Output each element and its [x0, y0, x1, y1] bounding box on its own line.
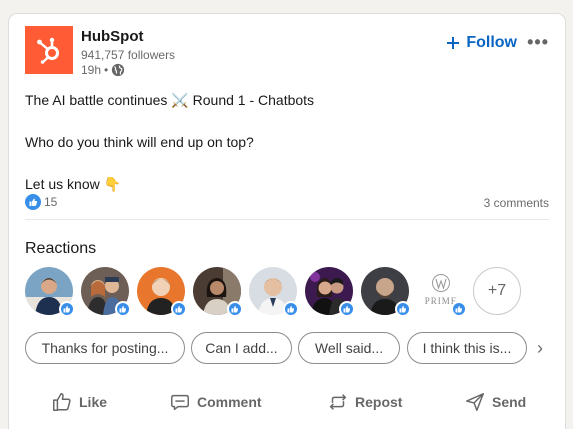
- suggestion-chip[interactable]: Well said...: [298, 332, 400, 364]
- like-badge-icon: [451, 301, 467, 317]
- send-button[interactable]: Send: [464, 386, 526, 418]
- reactor-avatar[interactable]: [81, 267, 131, 317]
- follower-count: 941,757 followers: [81, 48, 176, 62]
- meta-separator: •: [104, 63, 109, 77]
- like-label: Like: [79, 394, 108, 410]
- plus-icon: [447, 37, 460, 49]
- like-badge-icon: [59, 301, 75, 317]
- like-badge-icon: [115, 301, 131, 317]
- repost-label: Repost: [355, 394, 403, 410]
- repost-button[interactable]: Repost: [327, 386, 402, 418]
- reactor-avatar[interactable]: [249, 267, 299, 317]
- like-badge-icon: [283, 301, 299, 317]
- send-icon: [466, 393, 484, 411]
- company-logo[interactable]: [25, 26, 73, 74]
- reaction-count: 15: [44, 195, 58, 209]
- like-badge-icon: [339, 301, 355, 317]
- like-badge-icon: [395, 301, 411, 317]
- post-meta: 19h •: [81, 63, 125, 77]
- hubspot-sprocket-icon: [37, 37, 59, 64]
- comment-label: Comment: [197, 394, 262, 410]
- send-label: Send: [492, 394, 527, 410]
- post-body: The AI battle continues ⚔️ Round 1 - Cha…: [25, 90, 314, 194]
- post-header: HubSpot 941,757 followers 19h • Follow •…: [25, 26, 553, 77]
- repost-icon: [329, 394, 347, 410]
- suggestion-chip[interactable]: I think this is...: [407, 332, 527, 364]
- reactor-avatar[interactable]: PRIME: [417, 267, 467, 317]
- follow-label: Follow: [466, 34, 517, 51]
- post-text-line: Let us know 👇: [25, 176, 122, 192]
- chevron-right-icon[interactable]: ›: [537, 338, 543, 359]
- suggestion-chip[interactable]: Can I add...: [191, 332, 292, 364]
- comments-count[interactable]: 3 comments: [484, 196, 549, 210]
- comment-suggestions: Thanks for posting... Can I add... Well …: [25, 332, 565, 364]
- social-counts: 15 3 comments: [25, 194, 549, 218]
- more-options-button[interactable]: •••: [527, 32, 549, 53]
- action-bar: Like Comment Repost Send: [9, 386, 565, 418]
- reactions-heading: Reactions: [25, 240, 97, 257]
- globe-icon: [112, 63, 125, 77]
- post-text-line: Who do you think will end up on top?: [25, 134, 254, 150]
- thumbs-up-icon: [53, 393, 71, 411]
- post-card: HubSpot 941,757 followers 19h • Follow •…: [9, 14, 565, 429]
- divider: [25, 219, 549, 220]
- follow-button[interactable]: Follow: [446, 34, 517, 52]
- reactor-avatar[interactable]: [193, 267, 243, 317]
- post-text-line: The AI battle continues ⚔️ Round 1 - Cha…: [25, 92, 315, 108]
- like-reaction-icon: [25, 194, 41, 210]
- reactor-avatar[interactable]: [361, 267, 411, 317]
- suggestion-chip[interactable]: Thanks for posting...: [25, 332, 185, 364]
- comment-icon: [171, 394, 189, 411]
- reactor-avatar[interactable]: [25, 267, 75, 317]
- reaction-summary[interactable]: 15: [25, 194, 57, 210]
- comment-button[interactable]: Comment: [169, 386, 262, 418]
- more-reactors-button[interactable]: +7: [473, 267, 521, 315]
- post-time: 19h: [81, 63, 102, 77]
- reactor-avatar[interactable]: [305, 267, 355, 317]
- like-badge-icon: [227, 301, 243, 317]
- like-button[interactable]: Like: [51, 386, 107, 418]
- reactor-avatar[interactable]: [137, 267, 187, 317]
- like-badge-icon: [171, 301, 187, 317]
- company-name[interactable]: HubSpot: [81, 28, 143, 45]
